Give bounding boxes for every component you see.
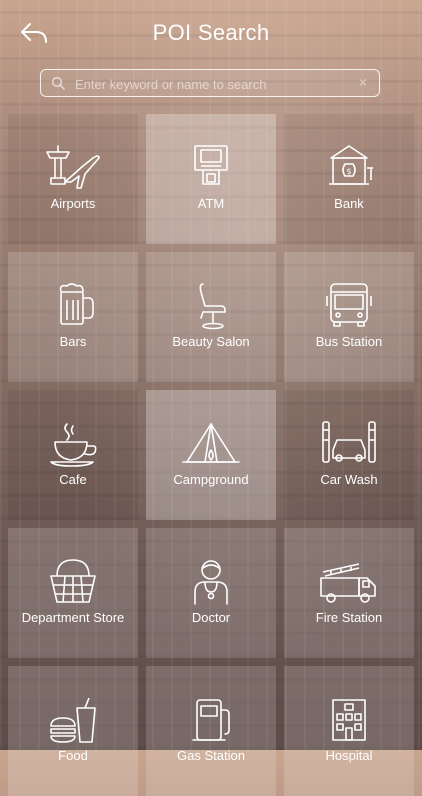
gas-pump-icon: [192, 699, 230, 741]
category-tile-beauty-salon[interactable]: Beauty Salon: [146, 252, 276, 382]
beer-mug-icon: [59, 283, 94, 325]
category-label: Cafe: [59, 472, 87, 487]
category-label: Bus Station: [315, 334, 383, 349]
basket-icon: [50, 559, 96, 603]
food-icon: [50, 697, 96, 743]
category-tile-food[interactable]: Food: [8, 666, 138, 796]
category-tile-bars[interactable]: Bars: [8, 252, 138, 382]
category-tile-fire-station[interactable]: Fire Station: [284, 528, 414, 658]
category-label: Hospital: [325, 748, 373, 763]
search-icon: [51, 76, 65, 90]
category-tile-gas-station[interactable]: Gas Station: [146, 666, 276, 796]
doctor-icon: [194, 560, 228, 605]
tent-icon: [182, 423, 240, 463]
clear-icon[interactable]: ×: [359, 74, 367, 90]
category-label: Bars: [59, 334, 87, 349]
category-tile-car-wash[interactable]: Car Wash: [284, 390, 414, 520]
hospital-icon: [332, 699, 366, 741]
search-input[interactable]: [73, 72, 347, 96]
search-bar[interactable]: ×: [40, 69, 380, 97]
category-tile-bank[interactable]: $ Bank: [284, 114, 414, 244]
bank-icon: $: [329, 145, 373, 185]
category-tile-atm[interactable]: ATM: [146, 114, 276, 244]
svg-text:$: $: [346, 167, 351, 176]
atm-icon: [194, 145, 228, 185]
salon-chair-icon: [199, 283, 226, 330]
category-label: ATM: [197, 196, 225, 211]
car-wash-icon: [322, 421, 376, 463]
airport-icon: [46, 145, 100, 189]
category-label: Campground: [173, 472, 249, 487]
category-tile-hospital[interactable]: Hospital: [284, 666, 414, 796]
fire-truck-icon: [320, 563, 376, 603]
category-tile-department-store[interactable]: Department Store: [8, 528, 138, 658]
category-label: Department Store: [21, 610, 125, 625]
category-label: Car Wash: [320, 472, 378, 487]
category-tile-airports[interactable]: Airports: [8, 114, 138, 244]
page-title: POI Search: [152, 20, 270, 45]
coffee-cup-icon: [50, 423, 97, 467]
category-tile-campground[interactable]: Campground: [146, 390, 276, 520]
category-tile-doctor[interactable]: Doctor: [146, 528, 276, 658]
bus-icon: [326, 283, 372, 327]
category-label: Food: [58, 748, 88, 763]
category-label: Gas Station: [177, 748, 245, 763]
category-label: Bank: [334, 196, 364, 211]
header-bar: POI Search: [0, 0, 422, 66]
category-label: Beauty Salon: [172, 334, 250, 349]
category-label: Fire Station: [315, 610, 383, 625]
category-tile-bus-station[interactable]: Bus Station: [284, 252, 414, 382]
category-tile-cafe[interactable]: Cafe: [8, 390, 138, 520]
category-label: Doctor: [191, 610, 231, 625]
category-label: Airports: [50, 196, 96, 211]
